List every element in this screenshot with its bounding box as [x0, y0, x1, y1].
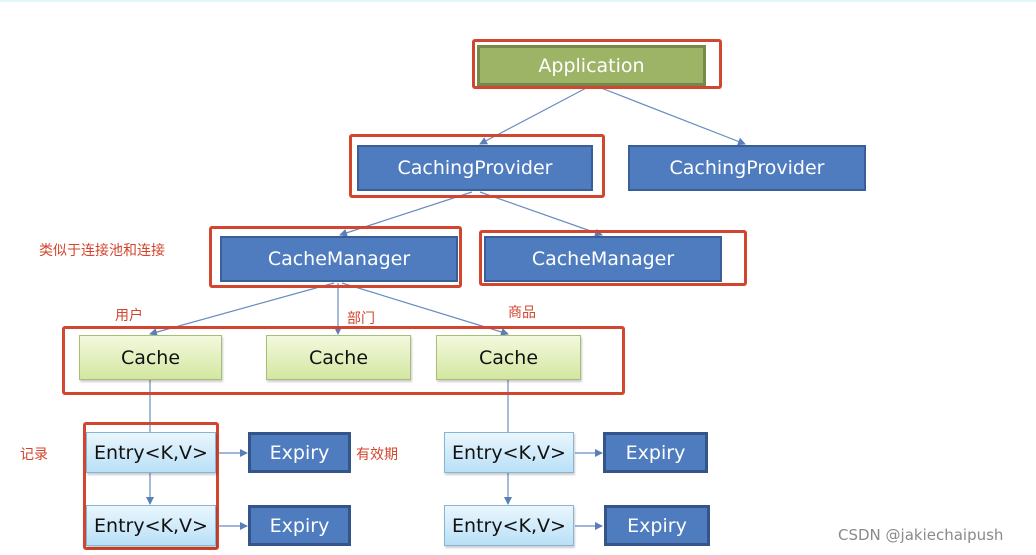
node-application: Application [477, 45, 706, 86]
node-cache-1: Cache [79, 335, 222, 380]
node-entry-4: Entry<K,V> [444, 505, 574, 546]
node-cache-manager-2: CacheManager [484, 236, 722, 282]
node-caching-provider-2: CachingProvider [628, 145, 866, 191]
node-entry-1: Entry<K,V> [86, 432, 216, 473]
node-expiry-1: Expiry [248, 432, 351, 473]
annotation-connection-pool: 类似于连接池和连接 [39, 243, 165, 259]
node-cache-3: Cache [436, 335, 581, 380]
node-entry-3: Entry<K,V> [444, 432, 574, 473]
node-expiry-4: Expiry [604, 505, 710, 546]
watermark: CSDN @jakiechaipush [838, 526, 1004, 544]
node-cache-2: Cache [266, 335, 411, 380]
annotation-user: 用户 [115, 308, 143, 324]
annotation-record: 记录 [20, 447, 48, 463]
edge-app-provider2 [595, 85, 746, 146]
annotation-product: 商品 [508, 305, 536, 321]
node-expiry-2: Expiry [248, 505, 351, 546]
annotation-department: 部门 [347, 311, 375, 327]
edge-provider-manager2 [479, 191, 603, 237]
node-cache-manager-1: CacheManager [220, 236, 458, 282]
node-expiry-3: Expiry [603, 432, 708, 473]
annotation-validity: 有效期 [356, 447, 398, 463]
node-caching-provider-1: CachingProvider [357, 145, 593, 191]
node-entry-2: Entry<K,V> [86, 505, 216, 546]
